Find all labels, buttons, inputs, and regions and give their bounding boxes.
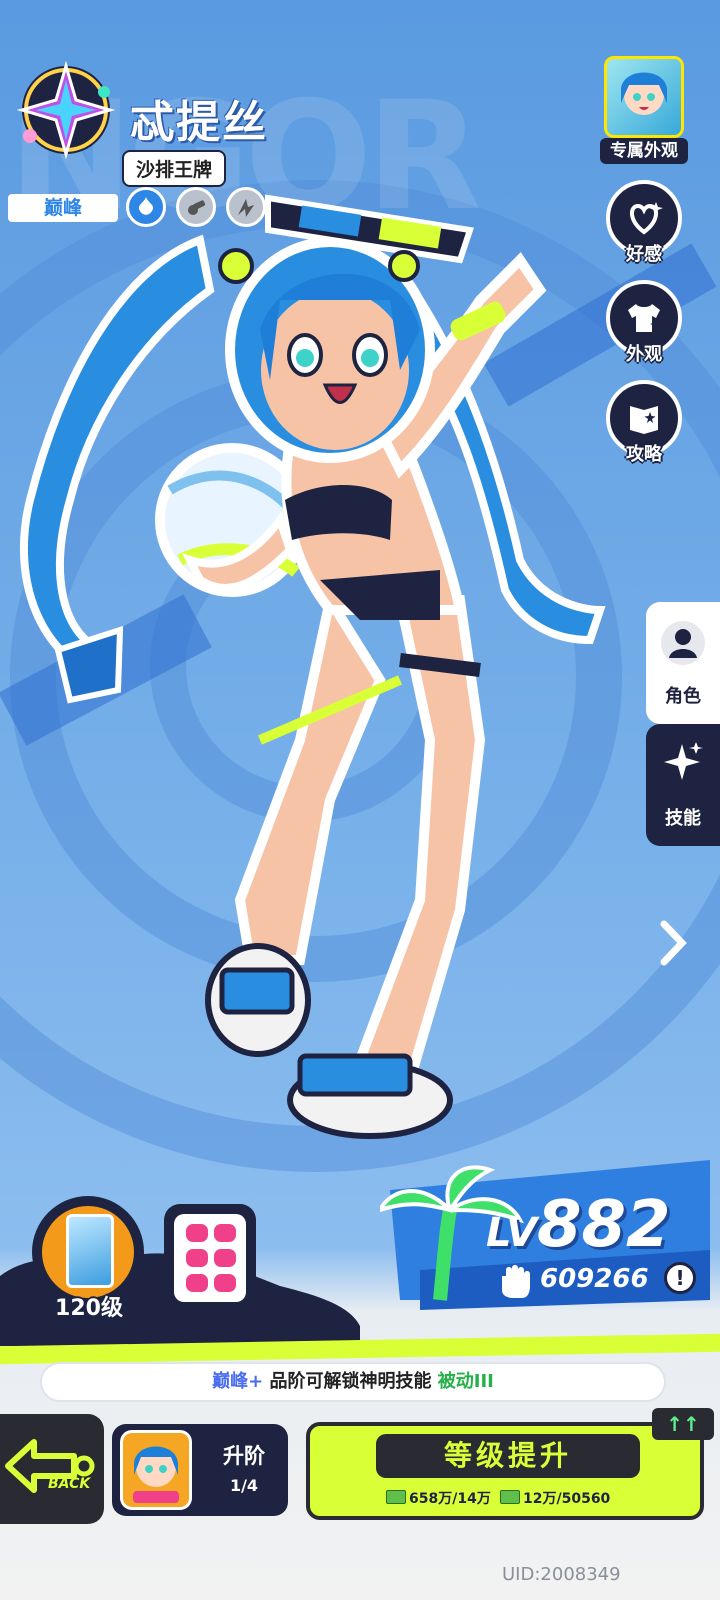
exclusive-skin-label: 专属外观 <box>600 138 688 164</box>
tab-character-label: 角色 <box>665 686 701 707</box>
character-illustration <box>19 194 606 1139</box>
back-label: BACK <box>48 1476 91 1492</box>
level-value: 882 <box>536 1188 671 1262</box>
grid-icon <box>174 1214 246 1302</box>
notice-text: 品阶可解锁神明技能 <box>263 1371 438 1392</box>
portrait-card <box>66 1214 114 1288</box>
combat-power-value: 609266 <box>540 1264 649 1294</box>
sparkle-icon <box>664 742 703 780</box>
cost-gold: 658万/14万 <box>386 1488 491 1508</box>
grid-dot <box>214 1224 236 1242</box>
level-prefix: LV <box>486 1210 537 1256</box>
double-up-arrow-icon: ↑↑ <box>652 1408 714 1440</box>
portrait-bg <box>42 1206 134 1298</box>
rank-up-progress: 1/4 <box>229 1476 259 1495</box>
back-button[interactable] <box>0 1414 104 1524</box>
tab-skills-label: 技能 <box>665 808 701 829</box>
user-id: UID:2008349 <box>502 1564 621 1585</box>
portrait-level-label: 120级 <box>55 1296 123 1321</box>
cash-icon <box>500 1490 520 1504</box>
next-arrow-icon[interactable] <box>660 918 688 968</box>
level-up-label: 等级提升 <box>376 1434 640 1478</box>
notice-skill: 被动III <box>437 1371 494 1392</box>
rank-up-label: 升阶 <box>223 1444 265 1468</box>
cash-icon <box>386 1490 406 1504</box>
character-name: 忒提丝 <box>130 97 268 148</box>
cost-gold-value: 658万/14万 <box>409 1491 491 1507</box>
tab-skills[interactable]: 技能 <box>646 724 720 846</box>
formation-grid-button[interactable] <box>164 1204 256 1312</box>
rank-badge-icon <box>16 60 116 160</box>
grid-dot <box>214 1274 236 1292</box>
grid-dot <box>186 1249 208 1267</box>
exclusive-skin-button[interactable]: 专属外观 <box>600 56 688 164</box>
tab-character[interactable]: 角色 <box>646 602 720 724</box>
skin-thumbnail <box>604 56 684 138</box>
rank-up-button[interactable]: 升阶 1/4 <box>112 1424 288 1516</box>
person-icon <box>661 621 705 665</box>
level-up-button[interactable]: 等级提升 658万/14万 12万/50560 <box>306 1422 704 1520</box>
grid-dot <box>214 1249 236 1267</box>
info-icon[interactable]: ! <box>664 1262 696 1294</box>
rank-up-portrait <box>120 1430 192 1510</box>
level-display: LV882 <box>486 1188 671 1262</box>
fist-power-icon <box>502 1265 530 1298</box>
unlock-notice: 巅峰+ 品阶可解锁神明技能 被动III <box>40 1362 666 1402</box>
grid-dot <box>186 1274 208 1292</box>
grid-dot <box>186 1224 208 1242</box>
cost-exp-value: 12万/50560 <box>523 1491 611 1507</box>
notice-tier: 巅峰+ <box>212 1371 264 1392</box>
cost-exp: 12万/50560 <box>500 1488 610 1508</box>
